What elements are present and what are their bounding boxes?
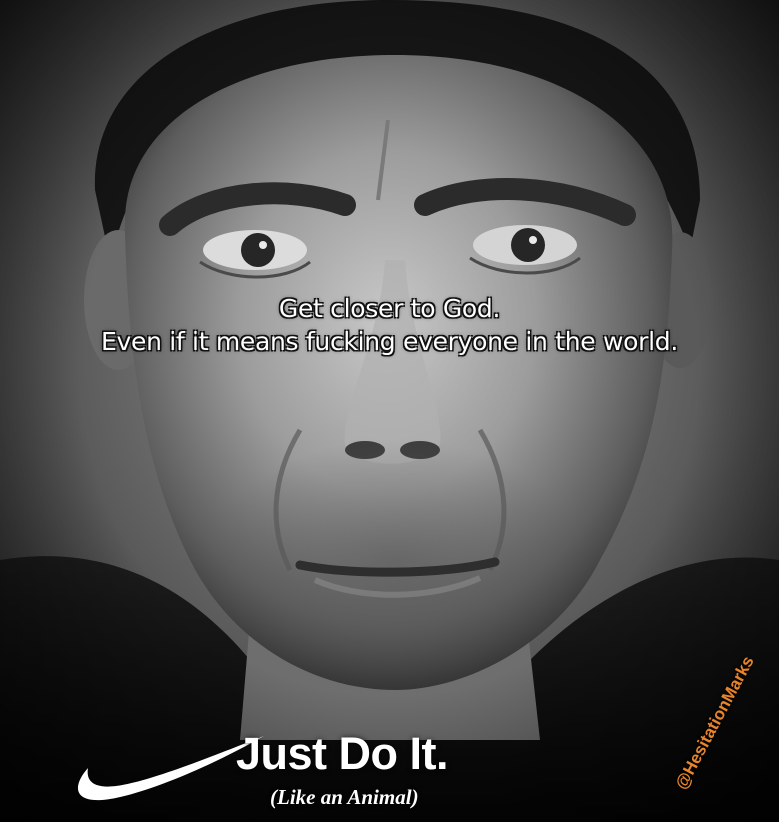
portrait-photo bbox=[0, 0, 779, 822]
caption-line-2: Even if it means fucking everyone in the… bbox=[101, 327, 678, 356]
caption-line-1: Get closer to God. bbox=[278, 294, 501, 323]
slogan-text: Just Do It. bbox=[236, 728, 449, 779]
meme-image: Get closer to God. Even if it means fuck… bbox=[0, 0, 779, 822]
meme-caption: Get closer to God. Even if it means fuck… bbox=[0, 292, 779, 358]
subslogan-text: (Like an Animal) bbox=[270, 785, 419, 809]
